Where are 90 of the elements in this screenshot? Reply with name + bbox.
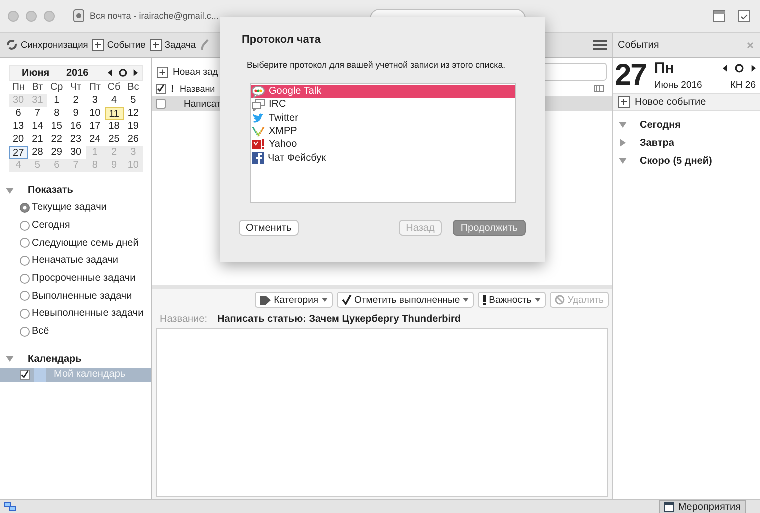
dialog-prompt: Выберите протокол для вашей учетной записи из этого списка.	[247, 60, 506, 70]
task-title: Написат	[184, 98, 221, 110]
new-task-button[interactable]: Новая зад	[157, 66, 218, 78]
filter-radio[interactable]: Невыполненные задачи	[0, 305, 151, 323]
weekday-label: Пт	[88, 81, 102, 94]
day-cell[interactable]: 3	[86, 94, 105, 107]
filter-radio[interactable]: Просроченные задачи	[0, 270, 151, 288]
group-heading[interactable]: Скоро (5 дней)	[640, 156, 712, 166]
day-cell[interactable]: 5	[124, 94, 143, 107]
filter-radio[interactable]: Текущие задачи	[0, 199, 151, 217]
weekday-label: Вт	[31, 81, 44, 94]
day-cell[interactable]: 21	[28, 133, 48, 146]
radio-label[interactable]: Выполненные задачи	[32, 290, 132, 302]
weekday-label: Пн	[11, 81, 26, 94]
status-tab[interactable]: Мероприятия	[659, 500, 746, 513]
day-cell[interactable]: 12	[124, 107, 143, 120]
day-cell[interactable]: 20	[9, 133, 28, 146]
filter-radio[interactable]: Выполненные задачи	[0, 287, 151, 306]
weekday-label: Чт	[69, 81, 83, 94]
year-label[interactable]: 2016	[66, 68, 102, 78]
mail-tab[interactable]: Вся почта - irairache@gmail.c...	[73, 9, 219, 23]
calendar-label: Мой календарь	[54, 369, 126, 380]
protocol-item[interactable]: XMPP	[251, 124, 515, 138]
month-label[interactable]: Июня	[22, 68, 60, 78]
group-heading[interactable]: Завтра	[640, 138, 674, 148]
day-cell[interactable]: 16	[66, 120, 86, 133]
filter-radio[interactable]: Неначатые задачи	[0, 252, 151, 270]
task-name: Написать статью: Зачем Цукербергу Thunderbird	[217, 314, 461, 324]
section-heading: Календарь	[28, 354, 82, 364]
radio-label[interactable]: Просроченные задачи	[32, 273, 136, 284]
column-header[interactable]: Названи	[180, 84, 216, 94]
day-cell[interactable]: 24	[86, 133, 105, 146]
radio-label[interactable]: Неначатые задачи	[32, 255, 118, 266]
day-cell[interactable]: 7	[28, 107, 48, 120]
radio-label[interactable]: Следующие семь дней	[32, 238, 139, 249]
column-header[interactable]: !	[171, 84, 177, 94]
week-label: КН 26	[730, 80, 756, 91]
day-cell[interactable]: 9	[66, 107, 86, 120]
protocol-item[interactable]: IRC	[251, 98, 515, 112]
filter-radio[interactable]: Следующие семь дней	[0, 234, 151, 252]
dialog-title: Протокол чата	[242, 34, 322, 46]
day-cell[interactable]: 26	[124, 133, 143, 146]
day-cell[interactable]: 1	[47, 94, 66, 107]
day-cell[interactable]: 14	[28, 120, 48, 133]
day-cell[interactable]: 23	[66, 133, 86, 146]
weekday-label: Сб	[106, 81, 122, 94]
panel-title: События	[618, 40, 660, 50]
filter-radio[interactable]: Всё	[0, 322, 151, 340]
radio-label[interactable]: Сегодня	[32, 220, 70, 232]
weekday-label: Пн	[654, 60, 674, 77]
filter-radio[interactable]: Сегодня	[0, 216, 151, 234]
day-cell[interactable]: 19	[124, 120, 143, 133]
toolbar-button[interactable]: Задача	[148, 39, 200, 51]
day-cell[interactable]: 18	[104, 120, 124, 133]
day-cell[interactable]: 4	[104, 94, 124, 107]
radio-label[interactable]: Невыполненные задачи	[32, 308, 144, 320]
protocol-item[interactable]: Google Talk	[251, 85, 515, 98]
new-event-button[interactable]: Новое событие	[613, 93, 760, 111]
day-cell[interactable]: 8	[47, 107, 66, 120]
section-heading: Показать	[28, 185, 74, 196]
day-cell[interactable]: 17	[86, 120, 105, 133]
day-cell[interactable]: 13	[9, 120, 28, 133]
protocol-item[interactable]: Yahoo	[251, 138, 515, 152]
day-cell[interactable]: 2	[66, 94, 86, 107]
day-cell[interactable]: 28	[28, 146, 48, 159]
radio-label[interactable]: Всё	[32, 326, 50, 338]
radio-label[interactable]: Текущие задачи	[32, 202, 107, 214]
day-cell[interactable]: 29	[47, 146, 66, 159]
day-number: 27	[615, 60, 646, 90]
action-button[interactable]: Отметить выполненные	[336, 292, 474, 308]
toolbar-button[interactable]: Синхронизация	[5, 39, 92, 51]
group-heading[interactable]: Сегодня	[640, 120, 682, 130]
toolbar-button[interactable]: Событие	[91, 39, 149, 51]
day-cell[interactable]: 6	[9, 107, 28, 120]
action-button[interactable]: Важность	[478, 292, 546, 308]
day-cell[interactable]: 30	[66, 146, 86, 159]
day-cell[interactable]: 25	[104, 133, 124, 146]
day-cell[interactable]: 11	[104, 107, 124, 120]
weekday-label: Вс	[126, 81, 140, 94]
day-cell[interactable]: 22	[47, 133, 66, 146]
day-cell[interactable]: 27	[9, 146, 28, 159]
day-cell[interactable]: 10	[86, 107, 105, 120]
action-button[interactable]: Категория	[255, 292, 333, 308]
day-cell[interactable]: 15	[47, 120, 66, 133]
weekday-label: Ср	[49, 81, 64, 94]
field-label: Название:	[160, 314, 208, 324]
dialog-button[interactable]: Отменить	[239, 220, 299, 236]
protocol-item[interactable]: Twitter	[251, 112, 515, 125]
month-year-label: Июнь 2016	[654, 80, 702, 91]
protocol-item[interactable]: Чат Фейсбук	[251, 151, 515, 165]
